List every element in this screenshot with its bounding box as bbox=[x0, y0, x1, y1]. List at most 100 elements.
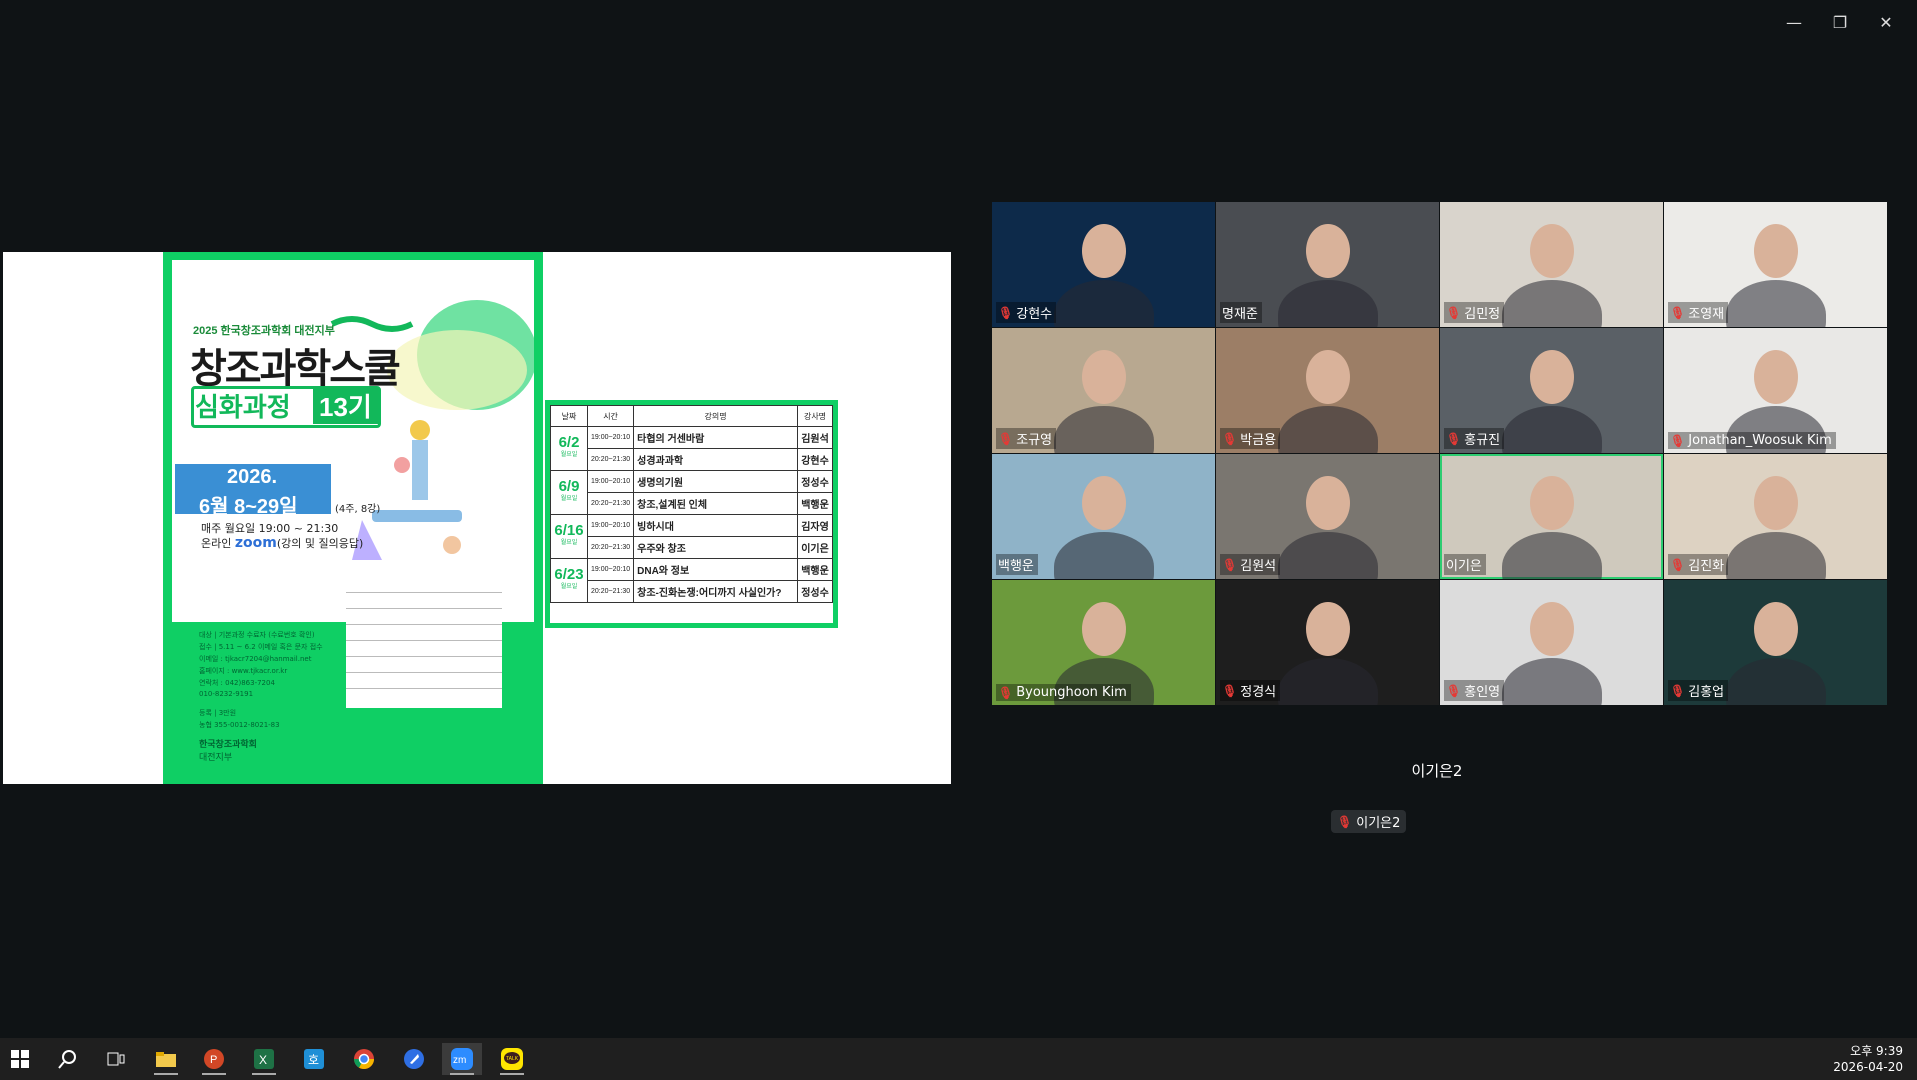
participant-tile[interactable]: 🎙 박금용 bbox=[1216, 328, 1439, 453]
schedule-time: 20:20~21:30 bbox=[586, 448, 635, 471]
participant-name: 정경식 bbox=[1240, 685, 1277, 700]
participant-face bbox=[1082, 476, 1126, 530]
schedule-lecture: 창조,설계된 인체 bbox=[633, 492, 798, 515]
schedule-time: 19:00~20:10 bbox=[586, 514, 635, 537]
participant-name: 박금용 bbox=[1240, 433, 1277, 448]
table-row: 20:20~21:30 창조,설계된 인체 백행운 bbox=[551, 492, 833, 515]
schedule-lecture: DNA와 정보 bbox=[633, 558, 798, 581]
participant-name: 김진화 bbox=[1688, 559, 1725, 574]
participant-name-label: 🎙 강현수 bbox=[996, 302, 1057, 323]
participant-tile[interactable]: 🎙 강현수 bbox=[992, 202, 1215, 327]
participant-video bbox=[1054, 280, 1154, 327]
schedule-lecture: 우주와 창조 bbox=[633, 536, 798, 559]
participant-tile[interactable]: 🎙 조규영 bbox=[992, 328, 1215, 453]
schedule-time: 19:00~20:10 bbox=[586, 470, 635, 493]
participant-face bbox=[1082, 350, 1126, 404]
excel-icon[interactable]: X bbox=[244, 1043, 284, 1075]
participant-name: 백행운 bbox=[998, 559, 1034, 574]
col-lecture: 강의명 bbox=[633, 405, 798, 427]
participant-face bbox=[1082, 224, 1126, 278]
participant-name-label: 🎙 김원석 bbox=[1220, 554, 1281, 575]
participant-video bbox=[1502, 532, 1602, 579]
poster-online: 온라인 zoom(강의 및 질의응답) bbox=[201, 535, 363, 551]
participant-video bbox=[1726, 280, 1826, 327]
search-icon[interactable] bbox=[48, 1043, 88, 1075]
participant-video bbox=[1278, 532, 1378, 579]
participant-name-label: 명재준 bbox=[1220, 302, 1262, 323]
mic-muted-icon: 🎙 bbox=[1670, 683, 1686, 698]
participant-face bbox=[1306, 224, 1350, 278]
participant-name-label: 🎙 홍규진 bbox=[1444, 428, 1505, 449]
participant-face bbox=[1306, 602, 1350, 656]
poster-date-range: 6월 8~29일 bbox=[199, 496, 298, 518]
participant-tile[interactable]: 🎙 김홍업 bbox=[1664, 580, 1887, 705]
restore-button[interactable]: ❐ bbox=[1817, 8, 1863, 36]
participant-face bbox=[1530, 350, 1574, 404]
poster-logo-line1: 한국창조과학회 bbox=[199, 740, 257, 750]
mic-muted-icon: 🎙 bbox=[1670, 433, 1686, 448]
col-date: 날짜 bbox=[550, 405, 588, 427]
schedule-date: 6/2 월요일 bbox=[550, 426, 588, 471]
mic-muted-icon: 🎙 bbox=[1446, 305, 1462, 320]
mic-muted-icon: 🎙 bbox=[1670, 557, 1686, 572]
zoom-icon[interactable]: zm bbox=[442, 1043, 482, 1075]
poster-logo: 한국창조과학회 대전지부 bbox=[199, 737, 257, 763]
schedule-speaker: 김원석 bbox=[797, 426, 833, 449]
table-row: 20:20~21:30 성경과과학 강현수 bbox=[551, 448, 833, 471]
start-icon[interactable] bbox=[0, 1043, 40, 1075]
participant-name-label: 이기은 bbox=[1444, 554, 1486, 575]
participant-tile[interactable]: 명재준 bbox=[1216, 202, 1439, 327]
mic-muted-icon: 🎙 bbox=[998, 431, 1014, 446]
participant-tile[interactable]: 🎙 홍규진 bbox=[1440, 328, 1663, 453]
participant-face bbox=[1530, 602, 1574, 656]
participant-name-label: 🎙 홍인영 bbox=[1444, 680, 1505, 701]
participant-tile[interactable]: 🎙 김민정 bbox=[1440, 202, 1663, 327]
minimize-button[interactable]: — bbox=[1771, 8, 1817, 36]
participant-name-label: 🎙 조영재 bbox=[1668, 302, 1729, 323]
participant-tile[interactable]: 🎙 김진화 bbox=[1664, 454, 1887, 579]
participant-face bbox=[1082, 602, 1126, 656]
participant-tile[interactable]: 백행운 bbox=[992, 454, 1215, 579]
poster-info-line: 홈페이지 : www.tjkacr.or.kr bbox=[199, 667, 288, 675]
active-speaker-name: 이기은2 bbox=[1411, 762, 1463, 780]
shared-screen: 2025 한국창조과학회 대전지부 창조과학스쿨 심화과정 13기 2026. … bbox=[3, 252, 951, 784]
participant-name: 김홍업 bbox=[1688, 685, 1725, 700]
powerpoint-icon[interactable]: P bbox=[194, 1043, 234, 1075]
participant-name: Byounghoon Kim bbox=[1016, 685, 1127, 700]
chrome-icon[interactable] bbox=[344, 1043, 384, 1075]
system-clock[interactable]: 오후 9:39 2026-04-20 bbox=[1833, 1043, 1903, 1075]
file-explorer-icon[interactable] bbox=[146, 1043, 186, 1075]
schedule-lecture: 빙하시대 bbox=[633, 514, 798, 537]
participant-name: Jonathan_Woosuk Kim bbox=[1688, 433, 1832, 448]
participant-name-label: 🎙 박금용 bbox=[1220, 428, 1281, 449]
participant-face bbox=[1306, 350, 1350, 404]
participant-tile[interactable]: 🎙 Byounghoon Kim bbox=[992, 580, 1215, 705]
schedule-date: 6/16 월요일 bbox=[550, 514, 588, 559]
close-button[interactable]: ✕ bbox=[1863, 8, 1909, 36]
kakaotalk-icon[interactable]: TALK bbox=[492, 1043, 532, 1075]
participant-tile[interactable]: 🎙 조영재 bbox=[1664, 202, 1887, 327]
hancom-icon[interactable]: 호 bbox=[294, 1043, 334, 1075]
clock-time: 오후 9:39 bbox=[1850, 1044, 1903, 1058]
participant-tile[interactable]: 🎙 김원석 bbox=[1216, 454, 1439, 579]
schedule-table: 날짜 시간 강의명 강사명 6/2 월요일 19:00~20:10 타협의 거센바… bbox=[545, 400, 838, 628]
poster-info-line: 연락처 : 042)863-7204 bbox=[199, 679, 275, 687]
task-view-icon[interactable] bbox=[96, 1043, 136, 1075]
schedule-lecture: 타협의 거센바람 bbox=[633, 426, 798, 449]
svg-text:zm: zm bbox=[453, 1055, 466, 1066]
mic-muted-icon: 🎙 bbox=[1222, 683, 1238, 698]
clock-date: 2026-04-20 bbox=[1833, 1060, 1903, 1074]
participant-tile[interactable]: 🎙 Jonathan_Woosuk Kim bbox=[1664, 328, 1887, 453]
pen-icon[interactable] bbox=[394, 1043, 434, 1075]
schedule-lecture: 생명의기원 bbox=[633, 470, 798, 493]
poster-weekly: 매주 월요일 19:00 ~ 21:30 bbox=[201, 522, 339, 535]
participant-video bbox=[1278, 406, 1378, 453]
poster-date-note: (4주, 8강) bbox=[335, 504, 381, 515]
mic-muted-icon: 🎙 bbox=[1337, 814, 1353, 829]
window-controls: — ❐ ✕ bbox=[1771, 8, 1909, 36]
self-view-chip[interactable]: 🎙 이기은2 bbox=[1331, 810, 1407, 833]
participant-tile[interactable]: 🎙 홍인영 bbox=[1440, 580, 1663, 705]
svg-text:호: 호 bbox=[308, 1053, 319, 1067]
participant-tile[interactable]: 이기은 bbox=[1440, 454, 1663, 579]
participant-tile[interactable]: 🎙 정경식 bbox=[1216, 580, 1439, 705]
